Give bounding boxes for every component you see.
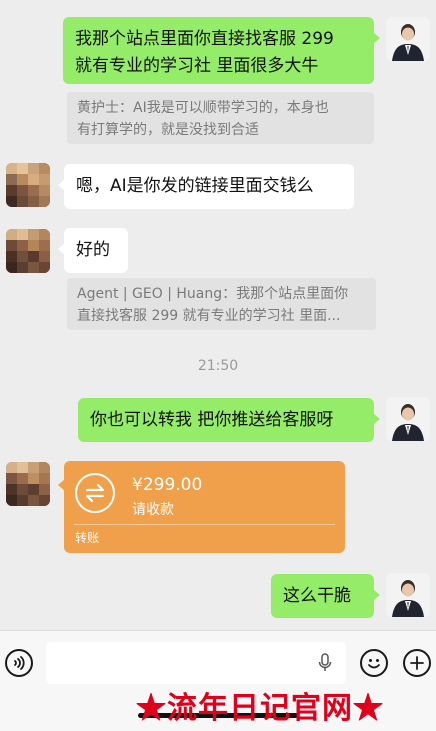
quote-text: 黄护士：AI我是可以顺带学习的，本身也 xyxy=(77,100,329,116)
avatar-self[interactable] xyxy=(386,397,430,441)
message-text: 就有专业的学习社 里面很多大牛 xyxy=(75,56,319,76)
quoted-message[interactable]: 黄护士：AI我是可以顺带学习的，本身也 有打算学的，就是没找到合适 xyxy=(67,92,374,144)
timestamp: 21:50 xyxy=(197,358,239,374)
message-input[interactable] xyxy=(46,642,346,684)
plus-icon[interactable] xyxy=(403,649,431,677)
avatar-peer[interactable] xyxy=(6,229,50,273)
message-bubble-peer[interactable]: 好的 xyxy=(58,228,128,273)
message-text: 我那个站点里面你直接找客服 299 xyxy=(75,29,334,49)
avatar-self[interactable] xyxy=(386,17,430,61)
quote-text: 直接找客服 299 就有专业的学习社 里面... xyxy=(77,308,341,324)
transfer-card[interactable]: ¥299.00 请收款 转账 xyxy=(58,461,345,553)
quote-text: 有打算学的，就是没找到合适 xyxy=(77,122,259,138)
quote-text: Agent | GEO | Huang：我那个站点里面你 xyxy=(77,286,349,302)
message-text: 你也可以转我 把你推送给客服呀 xyxy=(90,410,334,430)
mic-icon[interactable] xyxy=(318,653,332,673)
watermark-text: ★流年日记官网★ xyxy=(136,691,384,726)
message-bubble-peer[interactable]: 嗯，AI是你发的链接里面交钱么 xyxy=(58,164,354,209)
transfer-amount: ¥299.00 xyxy=(132,475,203,495)
message-bubble-self[interactable]: 这么干脆 xyxy=(271,574,380,618)
avatar-peer[interactable] xyxy=(6,462,50,506)
message-text: 好的 xyxy=(76,240,110,260)
message-bubble-self[interactable]: 你也可以转我 把你推送给客服呀 xyxy=(78,398,380,442)
message-text: 嗯，AI是你发的链接里面交钱么 xyxy=(76,176,314,196)
avatar-peer[interactable] xyxy=(6,163,50,207)
emoji-icon[interactable] xyxy=(360,649,388,677)
quoted-message[interactable]: Agent | GEO | Huang：我那个站点里面你 直接找客服 299 就… xyxy=(67,278,376,330)
avatar-self[interactable] xyxy=(386,573,430,617)
message-bubble-self[interactable]: 我那个站点里面你直接找客服 299 就有专业的学习社 里面很多大牛 xyxy=(63,17,380,84)
transfer-note: 请收款 xyxy=(132,502,174,518)
transfer-divider xyxy=(74,524,335,525)
transfer-icon xyxy=(75,473,115,513)
transfer-type-label: 转账 xyxy=(75,531,100,545)
voice-icon[interactable] xyxy=(5,649,33,677)
message-text: 这么干脆 xyxy=(283,586,351,606)
